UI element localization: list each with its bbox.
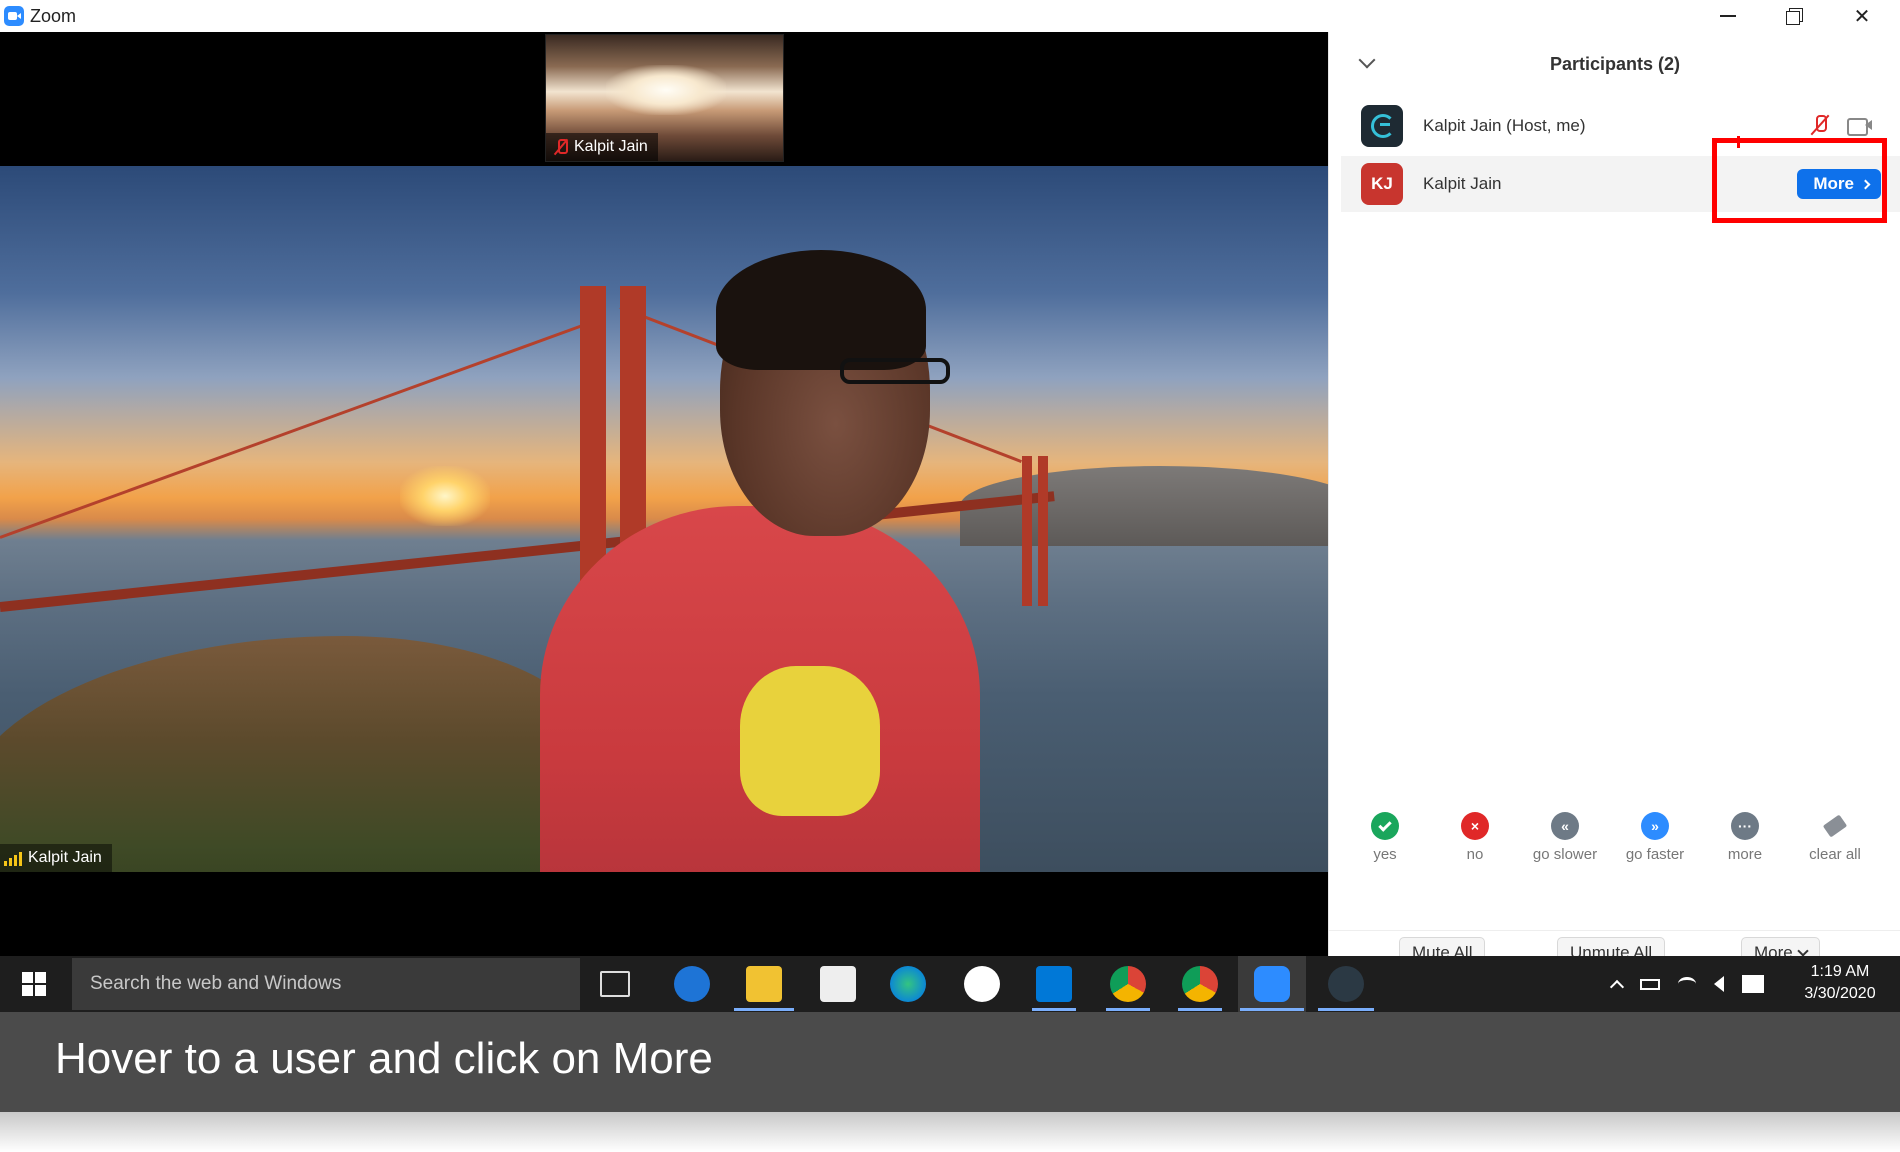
bridge-tower: [1038, 456, 1048, 606]
running-indicator: [1318, 1008, 1374, 1011]
system-tray: [1609, 964, 1764, 1004]
highlight-annotation: [1712, 138, 1887, 223]
shirt-print: [740, 666, 880, 816]
thumbnail-light: [606, 65, 726, 115]
system-clock[interactable]: 1:19 AM 3/30/2020: [1790, 961, 1890, 1005]
g-app-icon[interactable]: [1328, 966, 1364, 1002]
chrome-icon[interactable]: [1110, 966, 1146, 1002]
thumbnail-name: Kalpit Jain: [574, 138, 648, 155]
glasses: [840, 358, 950, 384]
zoom-app-icon: [4, 6, 24, 26]
mic-muted-icon: [554, 139, 568, 155]
taskbar-search-input[interactable]: Search the web and Windows: [72, 958, 580, 1010]
foreground-hill: [0, 636, 600, 872]
edge-icon[interactable]: [890, 966, 926, 1002]
clock-time: 1:19 AM: [1810, 963, 1870, 980]
participant-name: Kalpit Jain: [1423, 174, 1502, 193]
reaction-label: go faster: [1625, 846, 1685, 863]
close-button[interactable]: ✕: [1834, 0, 1890, 32]
eraser-icon: [1821, 812, 1849, 840]
wifi-icon[interactable]: [1678, 977, 1696, 991]
title-bar: Zoom ✕: [0, 0, 1900, 32]
restore-icon: [1786, 8, 1803, 25]
minimize-icon: [1720, 15, 1736, 17]
participant-status: [1811, 114, 1873, 136]
participant-figure: [540, 250, 980, 872]
store-icon[interactable]: [820, 966, 856, 1002]
battery-icon[interactable]: [1640, 978, 1660, 990]
windows-start-icon[interactable]: [22, 972, 46, 996]
reaction-label: no: [1466, 846, 1484, 863]
reaction-go-slower[interactable]: « go slower: [1520, 812, 1610, 863]
minimize-button[interactable]: [1700, 0, 1756, 32]
participants-title: Participants (2): [1549, 54, 1681, 74]
far-hills: [960, 466, 1328, 546]
reaction-clear-all[interactable]: clear all: [1790, 812, 1880, 863]
chrome-profile-icon[interactable]: [1182, 966, 1218, 1002]
hair: [716, 250, 926, 370]
video-area: Kalpit Jain Kalpit Jain: [0, 32, 1328, 956]
task-view-icon[interactable]: [600, 971, 630, 997]
action-center-icon[interactable]: [1742, 975, 1764, 993]
caption-text: Hover to a user and click on More: [55, 1034, 713, 1083]
speaker-name-tag: Kalpit Jain: [0, 844, 112, 872]
camera-icon[interactable]: [1847, 117, 1873, 136]
edge-legacy-icon[interactable]: [674, 966, 710, 1002]
speaker-name: Kalpit Jain: [28, 849, 102, 866]
running-indicator: [734, 1008, 794, 1011]
fast-forward-icon: »: [1641, 812, 1669, 840]
reaction-label: go slower: [1532, 846, 1598, 863]
ellipsis-icon: ···: [1731, 812, 1759, 840]
volume-icon[interactable]: [1714, 976, 1724, 992]
reaction-more[interactable]: ··· more: [1700, 812, 1790, 863]
reaction-label: yes: [1373, 846, 1397, 863]
active-speaker-video[interactable]: Kalpit Jain: [0, 166, 1328, 872]
running-indicator: [1106, 1008, 1150, 1011]
self-video-thumbnail[interactable]: Kalpit Jain: [545, 34, 784, 162]
sun: [400, 466, 490, 526]
restore-button[interactable]: [1766, 0, 1822, 32]
reaction-label: clear all: [1809, 846, 1861, 863]
nonverbal-feedback-bar: yes × no « go slower » go faster ··· mor…: [1340, 812, 1880, 872]
chevron-down-icon: [1797, 945, 1809, 957]
screenshot: Zoom ✕ Kalpit Jain Kalpit Jain Participa…: [0, 0, 1900, 1152]
clock-date: 3/30/2020: [1804, 985, 1876, 1002]
bridge-cable: [0, 317, 602, 539]
caption-shadow: [0, 1112, 1900, 1152]
running-indicator: [1178, 1008, 1222, 1011]
reaction-no[interactable]: × no: [1430, 812, 1520, 863]
app-title: Zoom: [30, 6, 77, 26]
slack-icon[interactable]: [964, 966, 1000, 1002]
x-icon: ×: [1461, 812, 1489, 840]
reaction-yes[interactable]: yes: [1340, 812, 1430, 863]
avatar: KJ: [1361, 163, 1403, 205]
check-icon: [1371, 812, 1399, 840]
participant-name: Kalpit Jain (Host, me): [1423, 116, 1586, 135]
reaction-label: more: [1727, 846, 1763, 863]
reaction-go-faster[interactable]: » go faster: [1610, 812, 1700, 863]
show-hidden-icons-icon[interactable]: [1609, 979, 1625, 995]
settings-icon[interactable]: [1036, 966, 1072, 1002]
mic-muted-icon[interactable]: [1811, 114, 1829, 136]
running-indicator: [1240, 1008, 1304, 1011]
avatar: [1361, 105, 1403, 147]
tutorial-caption: Hover to a user and click on More: [0, 1012, 1900, 1112]
windows-taskbar: Search the web and Windows 1:19 AM 3/30/…: [0, 956, 1900, 1012]
highlight-annotation-tick: [1737, 136, 1740, 148]
bridge-tower: [1022, 456, 1032, 606]
rewind-icon: «: [1551, 812, 1579, 840]
zoom-taskbar-icon[interactable]: [1254, 966, 1290, 1002]
close-icon: ✕: [1853, 5, 1871, 28]
thumbnail-name-tag: Kalpit Jain: [546, 133, 658, 161]
signal-strength-icon: [4, 850, 22, 866]
running-indicator: [1032, 1008, 1076, 1011]
file-explorer-icon[interactable]: [746, 966, 782, 1002]
